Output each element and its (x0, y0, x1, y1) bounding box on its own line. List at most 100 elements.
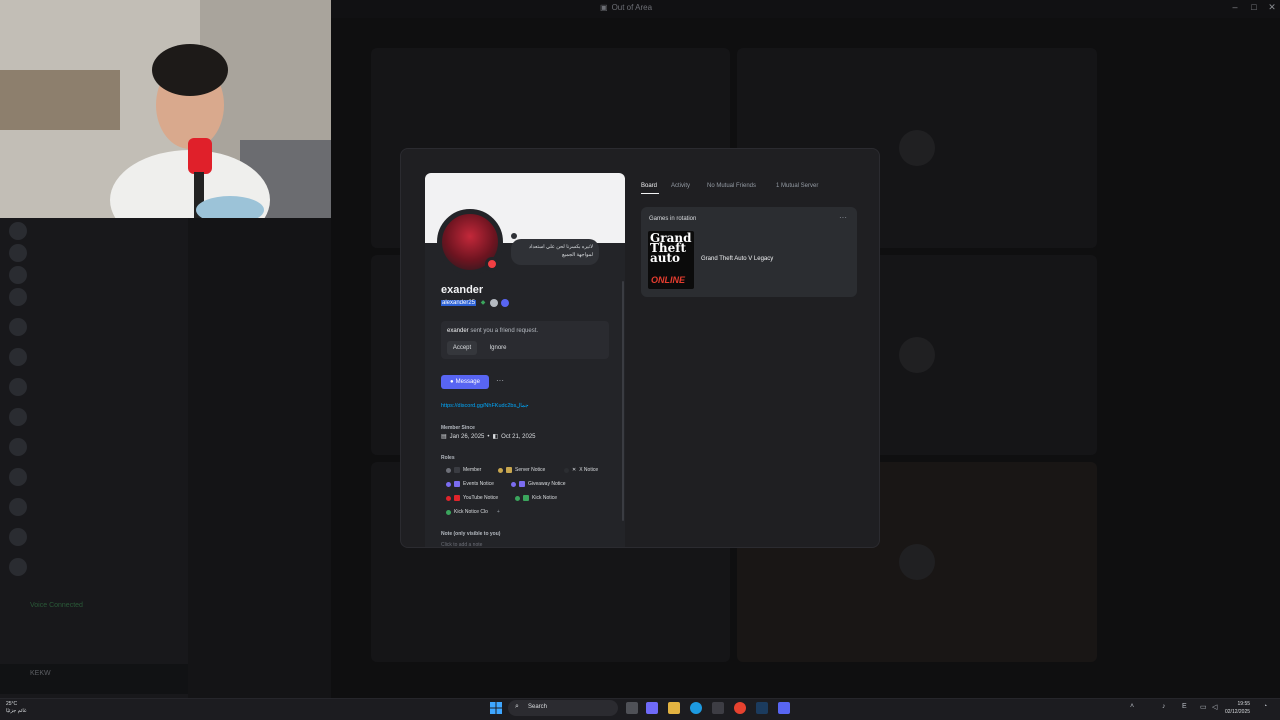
role-youtube-notice[interactable]: YouTube Notice (446, 495, 498, 501)
chrome-icon[interactable] (734, 702, 746, 714)
server-icon[interactable] (9, 528, 27, 546)
user-profile-modal: لاتيره بكسرنا لحن علي استعداد لمواجهة ال… (400, 148, 880, 548)
note-input[interactable]: Click to add a note (441, 542, 482, 547)
server-icon[interactable] (9, 266, 27, 284)
server-icon[interactable] (9, 318, 27, 336)
chevron-up-icon[interactable]: ˄ (1130, 703, 1134, 710)
invite-link[interactable]: https://discord.gg/NhFKudc2bsجمال (441, 403, 528, 409)
nitro-badge-icon (490, 299, 499, 307)
voice-connected-status: Voice Connected (30, 602, 83, 609)
gift-icon (519, 481, 525, 487)
minimize-button[interactable]: – (1225, 2, 1245, 12)
user-panel (0, 664, 188, 694)
role-color-dot (446, 509, 451, 515)
language-indicator[interactable]: E (1182, 703, 1187, 710)
file-explorer-icon[interactable] (668, 702, 680, 714)
webcam-overlay (0, 0, 331, 218)
role-kick-notice-clo[interactable]: Kick Notice Clo + (446, 509, 500, 515)
boost-badge-icon (501, 299, 510, 307)
accept-button[interactable]: Accept (447, 341, 477, 355)
server-rail (0, 218, 34, 598)
member-since-heading: Member Since (441, 425, 475, 431)
search-icon: ⌕ (515, 703, 519, 710)
display-name: exander (441, 284, 484, 296)
weather-widget[interactable]: 25°C غائم جزئيًا (6, 701, 27, 715)
microphone-icon[interactable]: ♪ (1162, 703, 1166, 710)
x-logo-icon: ✕ (572, 467, 577, 473)
discord-icon[interactable] (778, 702, 790, 714)
bell-icon (506, 467, 512, 473)
role-x-notice[interactable]: ✕ X Notice (564, 467, 598, 473)
close-button[interactable]: ✕ (1262, 2, 1280, 13)
role-icon (454, 467, 460, 473)
tab-mutual-servers[interactable]: 1 Mutual Server (776, 183, 818, 189)
server-icon[interactable] (9, 408, 27, 426)
add-role-button[interactable]: + (497, 509, 500, 515)
game-name[interactable]: Grand Theft Auto V Legacy (701, 256, 773, 262)
role-color-dot (564, 467, 569, 473)
role-kick-notice[interactable]: Kick Notice (515, 495, 557, 501)
role-color-dot (446, 495, 451, 501)
message-button[interactable]: ● Message (441, 375, 489, 389)
maximize-button[interactable]: □ (1244, 2, 1264, 12)
games-title: Games in rotation (649, 216, 697, 222)
role-member[interactable]: Member (446, 467, 481, 473)
discord-logo-icon: ▤ (441, 434, 447, 440)
roles-heading: Roles (441, 455, 455, 461)
kick-logo-icon (523, 495, 529, 501)
ignore-button[interactable]: Ignore (483, 341, 513, 355)
server-icon[interactable] (9, 438, 27, 456)
network-icon[interactable]: ▭ (1200, 703, 1207, 711)
server-icon: ◧ (492, 434, 499, 440)
task-view-icon[interactable] (626, 702, 638, 714)
youtube-icon (454, 495, 460, 501)
webcam-person-image (0, 0, 331, 218)
server-icon[interactable] (9, 378, 27, 396)
server-icon[interactable] (9, 558, 27, 576)
username-row: alexander25 ◆ (441, 299, 510, 307)
role-color-dot (498, 467, 503, 473)
chat-bubble-icon: ● (450, 379, 454, 385)
copilot-icon[interactable] (646, 702, 658, 714)
store-icon[interactable] (712, 702, 724, 714)
clock[interactable]: 19:55 02/12/2025 (1225, 700, 1250, 716)
diamond-badge-icon: ◆ (480, 300, 486, 306)
tab-activity[interactable]: Activity (671, 183, 690, 189)
server-icon: ▣ (600, 3, 608, 12)
active-tab-indicator (641, 193, 659, 194)
taskbar (0, 698, 1280, 720)
tab-mutual-friends[interactable]: No Mutual Friends (707, 183, 756, 189)
taskbar-search[interactable]: ⌕ Search (508, 700, 618, 716)
server-icon[interactable] (9, 222, 27, 240)
games-more-button[interactable]: ··· (839, 213, 847, 222)
tab-board[interactable]: Board (641, 183, 657, 189)
server-icon[interactable] (9, 244, 27, 262)
server-icon[interactable] (9, 498, 27, 516)
friend-request-text: exander sent you a friend request. (447, 328, 539, 334)
server-icon[interactable] (9, 468, 27, 486)
role-server-notice[interactable]: Server Notice (498, 467, 545, 473)
role-color-dot (446, 467, 451, 473)
windows-start-icon[interactable] (490, 702, 502, 714)
server-icon[interactable] (9, 288, 27, 306)
window-title: ▣ Out of Area (600, 3, 653, 12)
calendar-icon (454, 481, 460, 487)
role-giveaway-notice[interactable]: Giveaway Notice (511, 481, 566, 487)
username: alexander25 (441, 300, 477, 306)
volume-icon[interactable]: ◁ (1212, 703, 1217, 711)
scrollbar[interactable] (622, 281, 624, 521)
role-color-dot (515, 495, 520, 501)
role-color-dot (446, 481, 451, 487)
role-color-dot (511, 481, 516, 487)
game-cover-image[interactable]: Grand Theft auto ONLINE (648, 231, 694, 289)
notification-bell-icon[interactable]: ◔ (1263, 703, 1267, 710)
more-options-button[interactable]: ··· (493, 375, 507, 389)
server-icon[interactable] (9, 348, 27, 366)
status-dnd-icon (485, 257, 499, 271)
current-user-name: KEKW (30, 670, 51, 677)
steam-icon[interactable] (756, 702, 768, 714)
edge-icon[interactable] (690, 702, 702, 714)
role-events-notice[interactable]: Events Notice (446, 481, 494, 487)
custom-status: لاتيره بكسرنا لحن علي استعداد لمواجهة ال… (511, 239, 599, 265)
status-bubble-tail (511, 233, 517, 239)
